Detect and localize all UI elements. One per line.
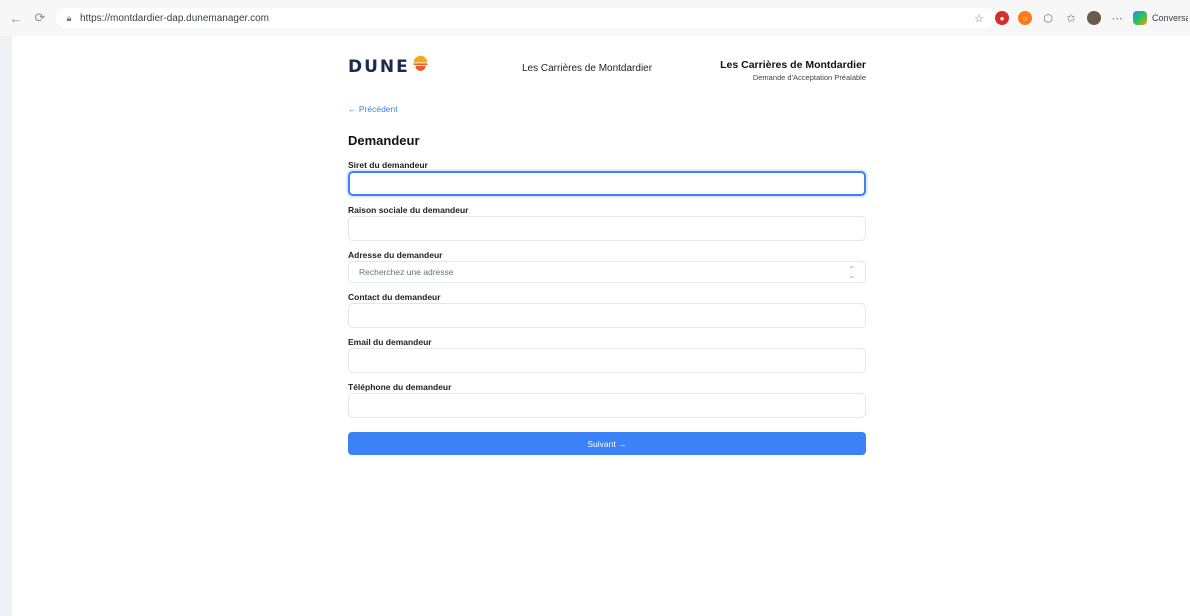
- browser-toolbar: ← ⟳ 🔒︎ https://montdardier-dap.dunemanag…: [0, 0, 1190, 36]
- email-input[interactable]: [348, 348, 866, 373]
- logo-text: DUNE: [348, 57, 410, 77]
- section-title: Demandeur: [348, 133, 420, 148]
- address-bar[interactable]: 🔒︎ https://montdardier-dap.dunemanager.c…: [56, 8, 996, 28]
- lock-icon: 🔒︎: [66, 12, 72, 23]
- header-company: Les Carrières de Montdardier: [720, 59, 866, 71]
- orange-extension-icon[interactable]: ○: [1018, 11, 1032, 25]
- siret-input[interactable]: [348, 171, 866, 196]
- red-extension-icon[interactable]: ●: [995, 11, 1009, 25]
- profile-avatar[interactable]: [1087, 11, 1101, 25]
- sun-logo-icon: [413, 55, 428, 71]
- extensions-icon[interactable]: ⬡: [1041, 11, 1055, 25]
- refresh-icon[interactable]: ⟳: [32, 10, 48, 26]
- dune-logo: DUNE: [348, 55, 429, 77]
- header-subtitle: Demande d'Acceptation Préalable: [752, 73, 866, 82]
- email-label: Email du demandeur: [348, 337, 432, 347]
- contact-label: Contact du demandeur: [348, 292, 441, 302]
- siret-label: Siret du demandeur: [348, 160, 428, 170]
- page: DUNE Les Carrières de Montdardier Les Ca…: [12, 36, 1190, 616]
- favorite-star-icon[interactable]: ☆: [972, 11, 986, 25]
- telephone-input[interactable]: [348, 393, 866, 418]
- more-menu-icon[interactable]: ⋯: [1110, 11, 1124, 25]
- copilot-label[interactable]: Conversatio: [1152, 13, 1188, 23]
- raison-sociale-label: Raison sociale du demandeur: [348, 205, 469, 215]
- adresse-select[interactable]: Recherchez une adresse ⌃ ⌄: [348, 261, 866, 283]
- next-button[interactable]: Suivant →: [348, 432, 866, 455]
- contact-input[interactable]: [348, 303, 866, 328]
- adresse-placeholder: Recherchez une adresse: [359, 267, 454, 277]
- site-name: Les Carrières de Montdardier: [522, 63, 653, 74]
- back-arrow-icon[interactable]: ←: [8, 10, 24, 26]
- favorites-icon[interactable]: ✩: [1064, 11, 1078, 25]
- page-header: DUNE Les Carrières de Montdardier Les Ca…: [348, 36, 866, 98]
- header-info: Les Carrières de Montdardier Demande d'A…: [720, 59, 866, 82]
- form-container: DUNE Les Carrières de Montdardier Les Ca…: [348, 36, 866, 455]
- extension-icons: ☆ ● ○ ⬡ ✩ ⋯ Conversatio: [972, 9, 1190, 27]
- copilot-icon[interactable]: [1133, 11, 1147, 25]
- raison-sociale-input[interactable]: [348, 216, 866, 241]
- previous-link[interactable]: ← Précédent: [348, 104, 398, 114]
- telephone-label: Téléphone du demandeur: [348, 382, 452, 392]
- adresse-label: Adresse du demandeur: [348, 250, 443, 260]
- chevron-up-down-icon: ⌃ ⌄: [848, 265, 855, 280]
- url-text: https://montdardier-dap.dunemanager.com: [80, 12, 269, 24]
